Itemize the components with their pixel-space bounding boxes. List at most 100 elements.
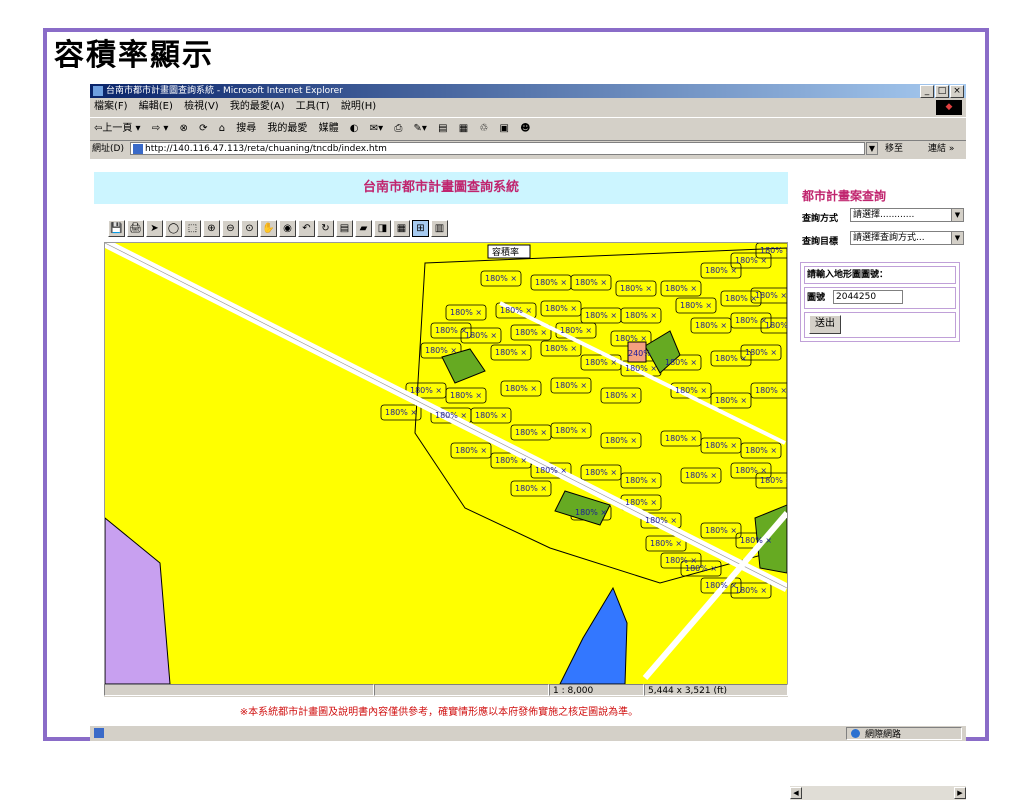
far-label: 180% × [620,284,652,293]
overview-icon[interactable]: ◨ [374,219,391,237]
layer-icon[interactable]: ▰ [355,219,372,237]
forward-button[interactable]: ⇨ ▾ [152,123,169,134]
minimize-button[interactable]: _ [920,85,934,98]
window-title: 台南市都市計畫圖查詢系統 - Microsoft Internet Explor… [106,86,343,96]
windows-logo-icon: ◆ [936,100,962,115]
messenger-icon[interactable]: ▣ [500,123,509,134]
slide-frame-bottom-right [965,737,988,741]
menu-help[interactable]: 說明(H) [341,101,376,112]
chevron-down-icon: ▼ [951,232,963,244]
far-label: 180% × [625,476,657,485]
far-label: 180% × [715,396,747,405]
far-label: 180% × [495,456,527,465]
far-label: 180% × [425,346,457,355]
select-rect-icon[interactable]: ⬚ [184,219,201,237]
maximize-button[interactable]: □ [935,85,949,98]
page-content: 台南市都市計畫圖查詢系統 💾 🖨 ➤ ◯ ⬚ ⊕ ⊖ ⊙ ✋ ◉ ↶ ↻ ▤ ▰… [90,159,966,800]
links-button[interactable]: 連結 » [928,141,954,157]
save-map-icon[interactable]: 💾 [108,219,125,237]
select-circle-icon[interactable]: ◯ [165,219,182,237]
far-display-icon[interactable]: ⊞ [412,219,429,237]
print-icon[interactable]: ⎙ [394,123,402,134]
menu-edit[interactable]: 編輯(E) [139,101,173,112]
address-dropdown-icon[interactable]: ▼ [866,142,878,155]
research-icon[interactable]: ▦ [459,123,468,134]
scroll-left-icon[interactable]: ◀ [790,787,802,799]
menu-view[interactable]: 檢視(V) [184,101,219,112]
back-button[interactable]: ⇦上一頁 ▾ [94,123,141,134]
page-status-icon [94,728,104,738]
media-button[interactable]: 媒體 [319,123,339,134]
zoom-out-icon[interactable]: ⊖ [222,219,239,237]
far-label: 180% × [435,411,467,420]
menu-file[interactable]: 檔案(F) [94,101,128,112]
far-label: 180% × [685,564,717,573]
far-label: 180% × [455,446,487,455]
zoom-extent-icon[interactable]: ⊙ [241,219,258,237]
favorites-button[interactable]: 我的最愛 [267,123,307,134]
far-label: 180% × [675,386,707,395]
far-label: 180% × [545,344,577,353]
plugin-icon[interactable]: ♲ [479,123,488,134]
select-pointer-icon[interactable]: ➤ [146,219,163,237]
close-button[interactable]: × [950,85,964,98]
pan-hand-icon[interactable]: ✋ [260,219,277,237]
ie-icon [93,86,103,96]
map-extent: 5,444 x 3,521 (ft) [644,684,788,696]
far-label: 180% × [735,256,767,265]
far-label: 180% × [715,354,747,363]
print-map-icon[interactable]: 🖨 [127,219,144,237]
map-scale: 1 : 8,000 [549,684,644,696]
horizontal-scrollbar[interactable]: ◀ ▶ [790,786,966,800]
far-label: 180% × [625,498,657,507]
far-label: 180% × [760,246,787,255]
method-select[interactable]: 請選擇............ ▼ [850,208,964,222]
sheet-row: 圖號 2044250 [804,287,956,309]
far-label: 180% × [735,316,767,325]
search-button[interactable]: 搜尋 [236,123,256,134]
window-titlebar: 台南市都市計畫圖查詢系統 - Microsoft Internet Explor… [90,84,966,98]
submit-button[interactable]: 送出 [809,315,841,334]
far-label: 180% × [605,436,637,445]
address-value: http://140.116.47.113/reta/chuaning/tncd… [145,144,387,154]
address-label: 網址(D) [92,144,124,154]
map-viewer[interactable]: 180% × 180% × 180% × 180% × 180% × 180% × 180%… [104,242,788,697]
identify-icon[interactable]: ◉ [279,219,296,237]
theme-icon[interactable]: ▦ [393,219,410,237]
far-label: 180% × [500,306,532,315]
home-icon[interactable]: ⌂ [219,123,225,134]
query-panel-title: 都市計畫案查詢 [802,189,887,203]
legend-icon[interactable]: ▤ [336,219,353,237]
edit-icon[interactable]: ✎▾ [414,123,427,134]
sheet-prompt: 請輸入地形圖圖號： [804,266,956,284]
go-button[interactable]: 移至 [885,141,903,157]
far-label: 180% × [545,304,577,313]
mail-icon[interactable]: ✉▾ [370,123,383,134]
hatch-icon[interactable]: ▥ [431,219,448,237]
history-icon[interactable]: ◐ [350,123,359,134]
method-value: 請選擇............ [853,210,915,220]
far-label: 180% × [585,358,617,367]
stop-icon[interactable]: ⊗ [180,123,188,134]
address-input[interactable]: http://140.116.47.113/reta/chuaning/tncd… [130,142,865,155]
map-title: 容積率 [492,246,519,258]
extra-icon[interactable]: ☻ [520,123,530,134]
zoom-in-icon[interactable]: ⊕ [203,219,220,237]
sheet-query-box: 請輸入地形圖圖號： 圖號 2044250 送出 [800,262,960,342]
scroll-right-icon[interactable]: ▶ [954,787,966,799]
map-canvas[interactable]: 180% × 180% × 180% × 180% × 180% × 180% × 180%… [105,243,787,684]
menu-favorites[interactable]: 我的最愛(A) [230,101,285,112]
target-value: 請選擇查詢方式... [853,233,925,243]
discuss-icon[interactable]: ▤ [438,123,447,134]
refresh-icon[interactable]: ⟳ [199,123,207,134]
previous-view-icon[interactable]: ↶ [298,219,315,237]
page-header: 台南市都市計畫圖查詢系統 [94,172,788,204]
refresh-map-icon[interactable]: ↻ [317,219,334,237]
target-select[interactable]: 請選擇查詢方式... ▼ [850,231,964,245]
sheet-input[interactable]: 2044250 [833,290,903,304]
menu-tools[interactable]: 工具(T) [296,101,330,112]
far-label: 180% × [665,284,697,293]
zone-label: 網際網路 [865,730,902,740]
security-zone: 網際網路 [846,727,962,740]
far-label: 180% × [680,301,712,310]
